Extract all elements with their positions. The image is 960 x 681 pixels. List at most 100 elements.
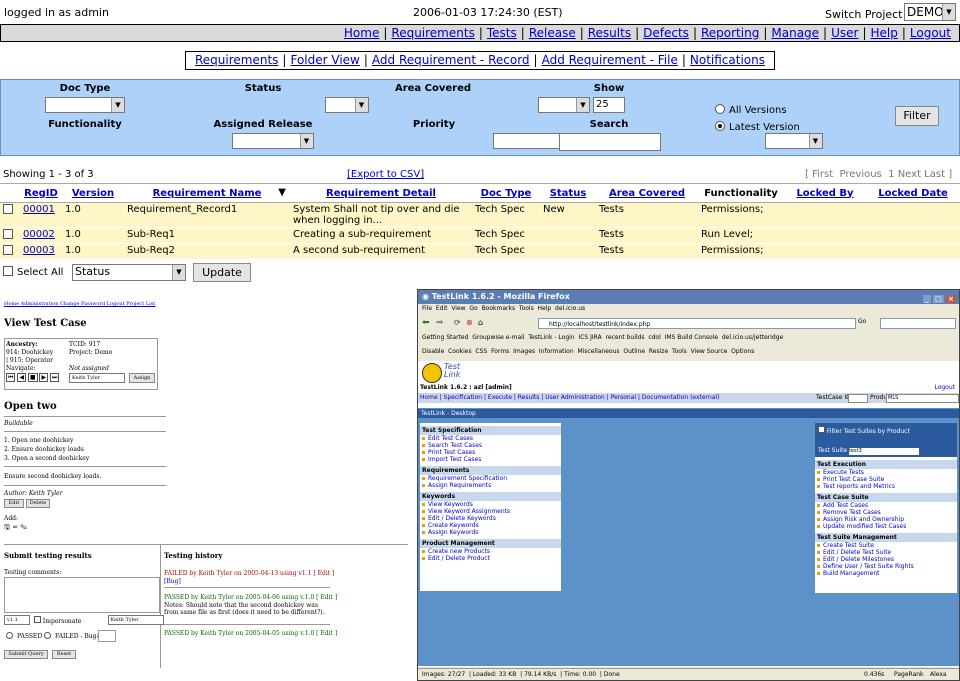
menu-item-link[interactable]: Create Test Suite bbox=[815, 542, 957, 549]
reset-button[interactable]: Reset bbox=[52, 650, 76, 659]
bookmark-testlink-login[interactable]: TestLink - Login bbox=[528, 334, 574, 341]
dev-view-source[interactable]: View Source bbox=[691, 348, 728, 355]
note-icon[interactable]: ✎ bbox=[20, 523, 27, 531]
menu-item-link[interactable]: Add Test Cases bbox=[815, 502, 957, 509]
menu-item-link[interactable]: Print Test Case Suite bbox=[815, 476, 957, 483]
subnav-folder-view[interactable]: Folder View bbox=[290, 53, 359, 67]
app-nav-links[interactable]: Home | Specification | Execute | Results… bbox=[420, 394, 719, 401]
nav-defects[interactable]: Defects bbox=[643, 26, 689, 40]
bulk-status-select[interactable]: Status ▼ bbox=[72, 264, 186, 281]
functionality-select[interactable]: ▼ bbox=[231, 133, 314, 149]
menu-view[interactable]: View bbox=[451, 305, 465, 312]
mock-link-home[interactable]: Home bbox=[4, 301, 19, 307]
prev-icon[interactable]: ◀ bbox=[17, 373, 26, 382]
menu-go[interactable]: Go bbox=[469, 305, 477, 312]
forward-icon[interactable]: ➡ bbox=[436, 318, 444, 328]
mock-link-logout[interactable]: Logout bbox=[107, 301, 125, 307]
app-logout-link[interactable]: Logout bbox=[934, 384, 955, 391]
assign-button[interactable]: Assign bbox=[129, 373, 155, 383]
filter-suites-checkbox[interactable] bbox=[818, 426, 825, 433]
bookmark-getting-started[interactable]: Getting Started bbox=[422, 334, 468, 341]
nav-user[interactable]: User bbox=[831, 26, 858, 40]
update-button[interactable]: Update bbox=[193, 263, 251, 282]
nav-requirements[interactable]: Requirements bbox=[391, 26, 474, 40]
ancestry-1[interactable]: 914: Doohickey bbox=[6, 349, 53, 356]
stop-icon[interactable]: ⊗ bbox=[466, 318, 473, 327]
mock-link-admin[interactable]: Administration bbox=[21, 301, 59, 307]
bookmark-cdol[interactable]: cdol bbox=[648, 334, 660, 341]
menu-item-link[interactable]: Edit / Delete Milestones bbox=[815, 556, 957, 563]
nav-reporting[interactable]: Reporting bbox=[701, 26, 759, 40]
subnav-add-file[interactable]: Add Requirement - File bbox=[542, 53, 678, 67]
impersonate-toggle[interactable]: Impersonate bbox=[34, 616, 81, 625]
dev-tools[interactable]: Tools bbox=[672, 348, 687, 355]
go-button[interactable]: Go bbox=[858, 318, 866, 325]
link-icon[interactable]: ∞ bbox=[12, 523, 18, 531]
reqid-link[interactable]: 00002 bbox=[23, 229, 55, 240]
reqid-link[interactable]: 00003 bbox=[23, 245, 55, 256]
bookmark-groupwise[interactable]: Groupwise e-mail bbox=[472, 334, 524, 341]
browser-search-input[interactable] bbox=[880, 318, 956, 329]
header-status[interactable]: Status bbox=[540, 183, 596, 203]
nav-release[interactable]: Release bbox=[529, 26, 576, 40]
mock-link-change-password[interactable]: Change Password bbox=[60, 301, 105, 307]
mock-link-project-list[interactable]: Project List bbox=[126, 301, 155, 307]
menu-item-link[interactable]: Update modified Test Cases bbox=[815, 523, 957, 530]
pager-next[interactable]: Next bbox=[898, 169, 921, 180]
version-select[interactable]: v1.1 bbox=[4, 615, 30, 625]
menu-item-link[interactable]: Search Test Cases bbox=[420, 442, 561, 449]
nav-manage[interactable]: Manage bbox=[771, 26, 819, 40]
filter-button[interactable]: Filter bbox=[895, 106, 939, 126]
menu-item-link[interactable]: Assign Requirements bbox=[420, 482, 561, 489]
dev-resize[interactable]: Resize bbox=[649, 348, 668, 355]
test-suite-select[interactable]: test3 bbox=[848, 448, 919, 455]
minimize-icon[interactable]: _ bbox=[923, 295, 931, 303]
ancestry-2[interactable]: | 915: Operator bbox=[6, 357, 53, 364]
reload-icon[interactable]: ⟳ bbox=[454, 318, 461, 327]
pager-last[interactable]: Last bbox=[924, 169, 945, 180]
dev-forms[interactable]: Forms bbox=[491, 348, 509, 355]
maximize-icon[interactable]: □ bbox=[933, 295, 944, 303]
row-checkbox[interactable] bbox=[3, 229, 13, 239]
menu-item-link[interactable]: Define User / Test Suite Rights bbox=[815, 563, 957, 570]
header-requirement-detail[interactable]: Requirement Detail bbox=[290, 183, 472, 203]
header-doc-type[interactable]: Doc Type bbox=[472, 183, 540, 203]
nav-tests[interactable]: Tests bbox=[487, 26, 517, 40]
pager-first[interactable]: First bbox=[812, 169, 833, 180]
reqid-link[interactable]: 00001 bbox=[23, 204, 55, 215]
menu-item-link[interactable]: Print Test Cases bbox=[420, 449, 561, 456]
dev-misc[interactable]: Miscellaneous bbox=[577, 348, 619, 355]
menu-item-link[interactable]: Edit / Delete Test Suite bbox=[815, 549, 957, 556]
dev-information[interactable]: Information bbox=[539, 348, 574, 355]
delete-button[interactable]: Delete bbox=[26, 499, 50, 508]
bug-number-input[interactable] bbox=[98, 630, 116, 642]
dev-outline[interactable]: Outline bbox=[623, 348, 645, 355]
menu-item-link[interactable]: View Keywords bbox=[420, 501, 561, 508]
first-icon[interactable]: ⏮ bbox=[6, 373, 16, 382]
stop-icon[interactable]: ■ bbox=[27, 373, 38, 382]
testcase-id-input[interactable] bbox=[848, 394, 868, 403]
menu-item-link[interactable]: Create new Products bbox=[420, 548, 561, 555]
bookmark-ics-jira[interactable]: ICS JIRA bbox=[578, 334, 601, 341]
header-locked-by[interactable]: Locked By bbox=[784, 183, 866, 203]
menu-item-link[interactable]: Build Management bbox=[815, 570, 957, 577]
all-versions-radio[interactable]: All Versions bbox=[715, 104, 787, 116]
doc-type-select[interactable]: ▼ bbox=[45, 97, 125, 113]
bookmark-delicious[interactable]: del.icio.us/jetteridge bbox=[722, 334, 783, 341]
priority-select[interactable]: ▼ bbox=[764, 133, 823, 149]
menu-item-link[interactable]: Assign Keywords bbox=[420, 529, 561, 536]
dev-cookies[interactable]: Cookies bbox=[448, 348, 472, 355]
menu-item-link[interactable]: Test reports and Metrics bbox=[815, 483, 957, 490]
header-reqid[interactable]: RegID bbox=[20, 183, 62, 203]
row-checkbox[interactable] bbox=[3, 245, 13, 255]
header-requirement-name-label[interactable]: Requirement Name bbox=[153, 188, 262, 199]
header-locked-date[interactable]: Locked Date bbox=[866, 183, 960, 203]
subnav-requirements[interactable]: Requirements bbox=[195, 53, 278, 67]
subnav-add-record[interactable]: Add Requirement - Record bbox=[372, 53, 530, 67]
bookmark-recent-builds[interactable]: recent builds bbox=[606, 334, 645, 341]
history-bug-link[interactable]: [Bug] bbox=[164, 578, 181, 585]
menu-item-link[interactable]: Create Keywords bbox=[420, 522, 561, 529]
menu-item-link[interactable]: View Keyword Assignments bbox=[420, 508, 561, 515]
attach-icon[interactable]: 🖫 bbox=[4, 523, 10, 531]
impersonate-checkbox[interactable] bbox=[34, 616, 41, 623]
